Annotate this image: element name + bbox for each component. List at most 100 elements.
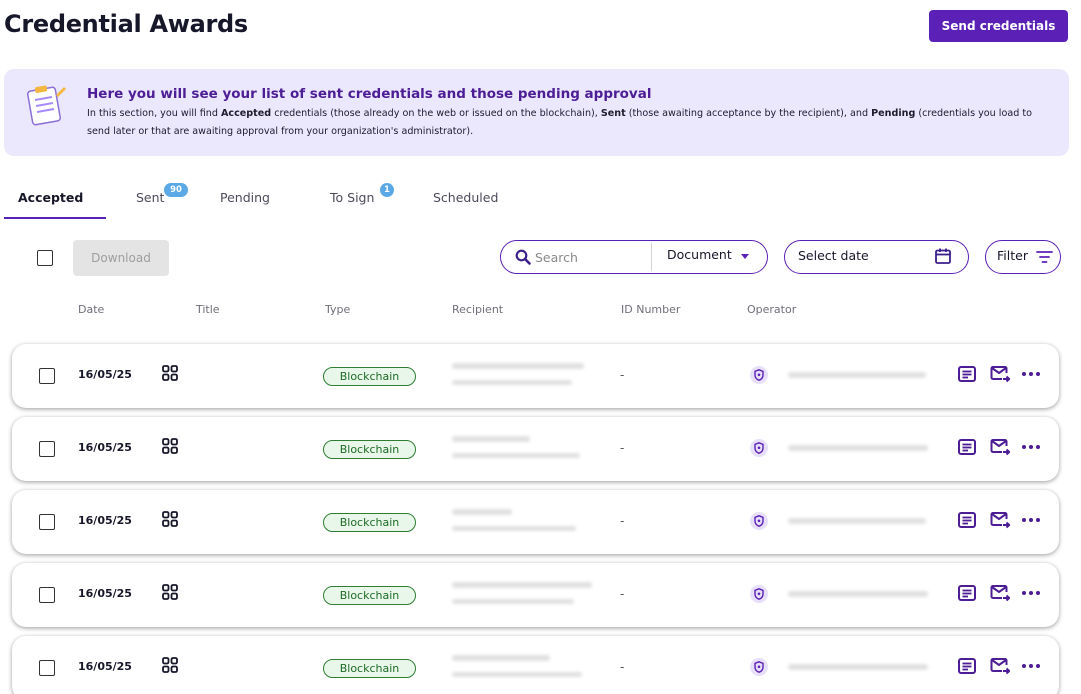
document-icon[interactable] — [957, 656, 977, 676]
more-icon[interactable] — [1020, 439, 1042, 455]
row-checkbox[interactable] — [39, 441, 55, 457]
date-picker-label: Select date — [798, 248, 869, 263]
document-icon[interactable] — [957, 510, 977, 530]
tab-bar: Accepted Sent 90 Pending To Sign 1 Sched… — [0, 180, 540, 220]
document-type-select[interactable]: Document — [667, 247, 732, 262]
column-header-date: Date — [78, 303, 105, 316]
send-mail-icon[interactable] — [990, 583, 1010, 603]
row-checkbox[interactable] — [39, 660, 55, 676]
type-badge: Blockchain — [323, 513, 416, 532]
more-icon[interactable] — [1020, 366, 1042, 382]
operator-email-redacted — [788, 518, 926, 524]
recipient-name-redacted — [452, 363, 584, 369]
table-row[interactable]: 16/05/25 Blockchain - — [12, 344, 1059, 408]
filter-button[interactable]: Filter — [985, 240, 1061, 274]
grid-icon — [162, 365, 178, 381]
search-divider — [651, 243, 652, 271]
recipient-name-redacted — [452, 655, 550, 661]
operator-email-redacted — [788, 445, 928, 451]
row-id-number: - — [620, 441, 625, 455]
active-tab-indicator — [4, 217, 106, 219]
type-badge: Blockchain — [323, 367, 416, 386]
row-checkbox[interactable] — [39, 514, 55, 530]
recipient-email-redacted — [452, 526, 576, 531]
recipient-name-redacted — [452, 509, 512, 515]
table-row[interactable]: 16/05/25 Blockchain - — [12, 563, 1059, 627]
recipient-name-redacted — [452, 582, 592, 588]
table-row[interactable]: 16/05/25 Blockchain - — [12, 417, 1059, 481]
row-id-number: - — [620, 587, 625, 601]
operator-avatar — [750, 585, 768, 603]
type-badge: Blockchain — [323, 659, 416, 678]
tab-accepted[interactable]: Accepted — [18, 190, 83, 205]
recipient-email-redacted — [452, 672, 582, 677]
row-date: 16/05/25 — [78, 587, 132, 600]
filter-label: Filter — [997, 248, 1028, 263]
page-title: Credential Awards — [4, 10, 248, 38]
tab-pending[interactable]: Pending — [220, 190, 270, 205]
tab-sent[interactable]: Sent — [136, 190, 164, 205]
document-icon[interactable] — [957, 583, 977, 603]
type-badge: Blockchain — [323, 440, 416, 459]
more-icon[interactable] — [1020, 585, 1042, 601]
send-mail-icon[interactable] — [990, 364, 1010, 384]
operator-avatar — [750, 366, 768, 384]
send-mail-icon[interactable] — [990, 510, 1010, 530]
shield-icon — [754, 369, 764, 381]
recipient-email-redacted — [452, 453, 580, 458]
send-mail-icon[interactable] — [990, 437, 1010, 457]
operator-avatar — [750, 439, 768, 457]
row-id-number: - — [620, 368, 625, 382]
table-row[interactable]: 16/05/25 Blockchain - — [12, 490, 1059, 554]
row-checkbox[interactable] — [39, 368, 55, 384]
search-icon — [515, 249, 531, 265]
calendar-icon — [935, 248, 951, 264]
send-mail-icon[interactable] — [990, 656, 1010, 676]
type-badge: Blockchain — [323, 586, 416, 605]
shield-icon — [754, 588, 764, 600]
shield-icon — [754, 442, 764, 454]
to-sign-count-badge: 1 — [380, 183, 394, 197]
row-date: 16/05/25 — [78, 514, 132, 527]
row-id-number: - — [620, 660, 625, 674]
row-date: 16/05/25 — [78, 368, 132, 381]
date-picker[interactable]: Select date — [784, 240, 969, 274]
row-id-number: - — [620, 514, 625, 528]
tab-scheduled[interactable]: Scheduled — [433, 190, 498, 205]
select-all-checkbox[interactable] — [37, 250, 53, 266]
recipient-email-redacted — [452, 599, 574, 604]
row-date: 16/05/25 — [78, 441, 132, 454]
info-banner: Here you will see your list of sent cred… — [4, 69, 1069, 156]
chevron-down-icon[interactable] — [741, 254, 749, 259]
more-icon[interactable] — [1020, 658, 1042, 674]
operator-email-redacted — [788, 664, 928, 670]
search-input[interactable] — [535, 247, 645, 267]
download-button[interactable]: Download — [73, 240, 169, 276]
filter-icon — [1036, 251, 1053, 263]
recipient-email-redacted — [452, 380, 572, 385]
table-row[interactable]: 16/05/25 Blockchain - — [12, 636, 1059, 694]
shield-icon — [754, 661, 764, 673]
document-icon[interactable] — [957, 364, 977, 384]
grid-icon — [162, 438, 178, 454]
more-icon[interactable] — [1020, 512, 1042, 528]
grid-icon — [162, 584, 178, 600]
banner-heading: Here you will see your list of sent cred… — [87, 86, 652, 102]
row-checkbox[interactable] — [39, 587, 55, 603]
column-header-operator: Operator — [747, 303, 797, 316]
column-header-title: Title — [196, 303, 220, 316]
operator-email-redacted — [788, 591, 928, 597]
column-header-recipient: Recipient — [452, 303, 504, 316]
search-bar: Document — [500, 240, 768, 274]
row-date: 16/05/25 — [78, 660, 132, 673]
grid-icon — [162, 511, 178, 527]
operator-avatar — [750, 658, 768, 676]
sent-count-badge: 90 — [164, 183, 188, 197]
recipient-name-redacted — [452, 436, 530, 442]
operator-email-redacted — [788, 372, 926, 378]
operator-avatar — [750, 512, 768, 530]
send-credentials-button[interactable]: Send credentials — [929, 10, 1068, 42]
document-icon[interactable] — [957, 437, 977, 457]
clipboard-checklist-icon — [26, 85, 66, 126]
tab-to-sign[interactable]: To Sign — [330, 190, 374, 205]
